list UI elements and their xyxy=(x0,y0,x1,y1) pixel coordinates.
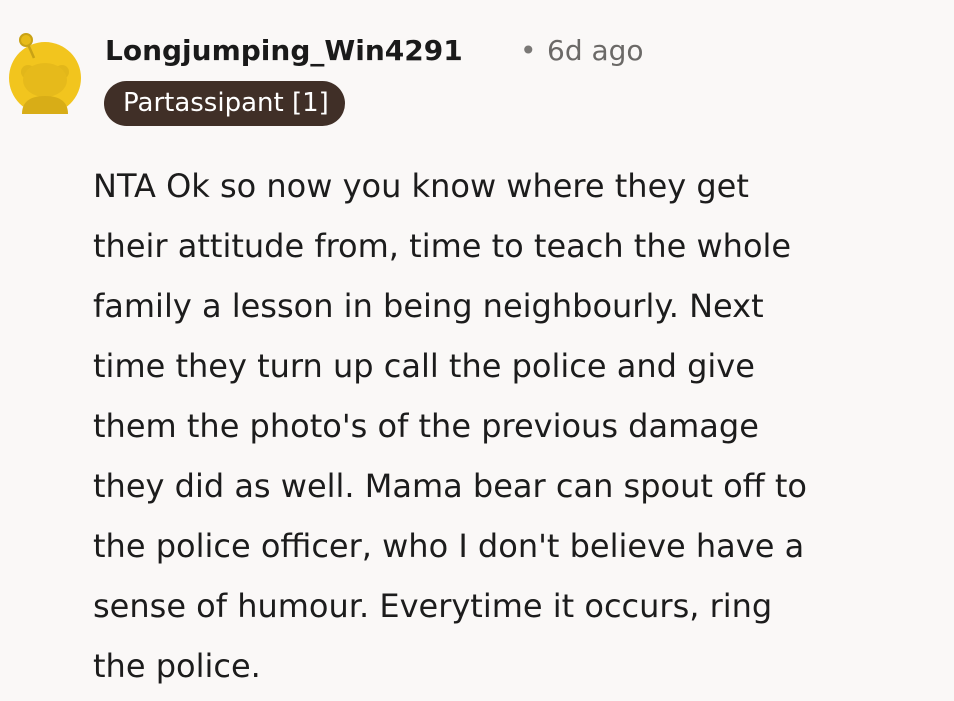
comment-text-line: sense of humour. Everytime it occurs, ri… xyxy=(93,587,773,625)
comment-timestamp[interactable]: 6d ago xyxy=(547,28,644,74)
comment-text-line: their attitude from, time to teach the w… xyxy=(93,227,792,265)
avatar[interactable] xyxy=(8,22,82,114)
user-flair-badge: Partassipant [1] xyxy=(104,81,345,126)
comment-text-line: NTA Ok so now you know where they get xyxy=(93,167,749,205)
username-link[interactable]: Longjumping_Win4291 xyxy=(105,28,463,74)
comment-text-line: the police. xyxy=(93,647,261,685)
comment-text-line: they did as well. Mama bear can spout of… xyxy=(93,467,807,505)
comment-text-line: them the photo's of the previous damage xyxy=(93,407,759,445)
comment-text-line: family a lesson in being neighbourly. Ne… xyxy=(93,287,764,325)
comment-text-line: time they turn up call the police and gi… xyxy=(93,347,755,385)
comment-text-line: the police officer, who I don't believe … xyxy=(93,527,805,565)
comment-body: NTA Ok so now you know where they get th… xyxy=(93,156,933,696)
snoo-avatar-icon xyxy=(9,33,81,114)
meta-separator: • xyxy=(520,34,537,67)
